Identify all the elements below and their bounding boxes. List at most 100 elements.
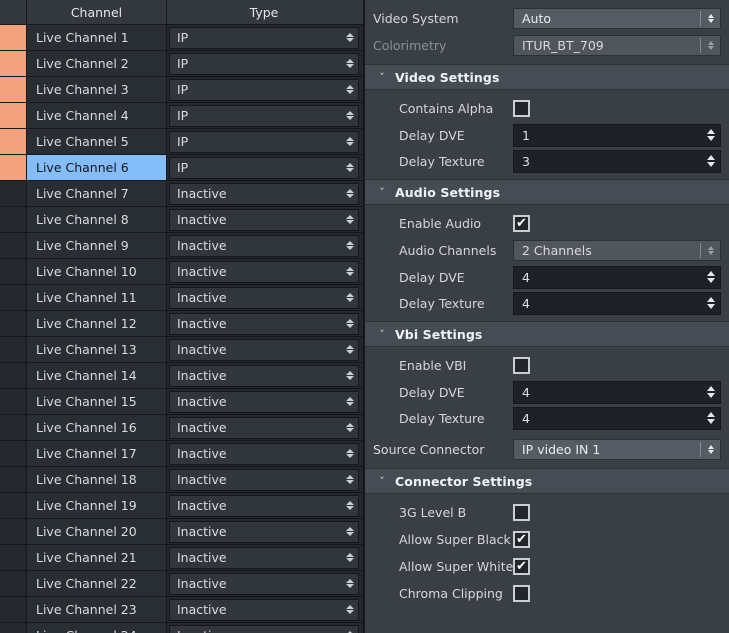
channel-type-combo[interactable]: IP bbox=[169, 53, 359, 75]
channel-type-combo[interactable]: Inactive bbox=[169, 417, 359, 439]
row-color-swatch[interactable] bbox=[0, 623, 27, 633]
section-header-connector-settings[interactable]: ˅ Connector Settings bbox=[365, 468, 729, 494]
chevron-down-icon[interactable]: ˅ bbox=[375, 71, 389, 84]
checkbox-allow-super-white[interactable]: ✔ bbox=[513, 558, 530, 575]
channel-type-combo[interactable]: IP bbox=[169, 157, 359, 179]
section-header-video-settings[interactable]: ˅ Video Settings bbox=[365, 64, 729, 90]
channel-name-cell[interactable]: Live Channel 17 bbox=[27, 441, 167, 466]
checkbox-enable-audio[interactable]: ✔ bbox=[513, 215, 530, 232]
chevron-updown-icon[interactable] bbox=[344, 371, 355, 381]
chevron-down-icon[interactable]: ˅ bbox=[375, 475, 389, 488]
channel-name-cell[interactable]: Live Channel 7 bbox=[27, 181, 167, 206]
channel-name-cell[interactable]: Live Channel 22 bbox=[27, 571, 167, 596]
chevron-updown-icon[interactable] bbox=[705, 412, 716, 424]
table-row[interactable]: Live Channel 18Inactive bbox=[0, 467, 363, 493]
table-row[interactable]: Live Channel 4IP bbox=[0, 103, 363, 129]
row-color-swatch[interactable] bbox=[0, 311, 27, 336]
channel-type-combo[interactable]: IP bbox=[169, 105, 359, 127]
channel-name-cell[interactable]: Live Channel 19 bbox=[27, 493, 167, 518]
table-row[interactable]: Live Channel 13Inactive bbox=[0, 337, 363, 363]
row-color-swatch[interactable] bbox=[0, 51, 27, 76]
channel-name-cell[interactable]: Live Channel 12 bbox=[27, 311, 167, 336]
checkbox-3g-level-b[interactable]: ✔ bbox=[513, 504, 530, 521]
channel-name-cell[interactable]: Live Channel 15 bbox=[27, 389, 167, 414]
chevron-updown-icon[interactable] bbox=[344, 189, 355, 199]
channel-name-cell[interactable]: Live Channel 2 bbox=[27, 51, 167, 76]
table-row[interactable]: Live Channel 24Inactive bbox=[0, 623, 363, 633]
channel-name-cell[interactable]: Live Channel 23 bbox=[27, 597, 167, 622]
channel-type-combo[interactable]: Inactive bbox=[169, 235, 359, 257]
row-color-swatch[interactable] bbox=[0, 467, 27, 492]
spinbox-audio-delay-texture[interactable]: 4 bbox=[513, 292, 721, 315]
column-header-type[interactable]: Type bbox=[167, 0, 361, 24]
channel-type-combo[interactable]: Inactive bbox=[169, 391, 359, 413]
channel-type-combo[interactable]: IP bbox=[169, 131, 359, 153]
row-color-swatch[interactable] bbox=[0, 519, 27, 544]
channel-type-combo[interactable]: Inactive bbox=[169, 443, 359, 465]
table-row[interactable]: Live Channel 7Inactive bbox=[0, 181, 363, 207]
chevron-down-icon[interactable]: ˅ bbox=[375, 328, 389, 341]
chevron-updown-icon[interactable] bbox=[344, 267, 355, 277]
chevron-updown-icon[interactable] bbox=[344, 319, 355, 329]
chevron-updown-icon[interactable] bbox=[344, 163, 355, 173]
chevron-updown-icon[interactable] bbox=[344, 527, 355, 537]
row-color-swatch[interactable] bbox=[0, 25, 27, 50]
row-color-swatch[interactable] bbox=[0, 285, 27, 310]
chevron-updown-icon[interactable] bbox=[705, 445, 716, 455]
chevron-updown-icon[interactable] bbox=[344, 137, 355, 147]
row-color-swatch[interactable] bbox=[0, 233, 27, 258]
channel-type-combo[interactable]: Inactive bbox=[169, 469, 359, 491]
chevron-updown-icon[interactable] bbox=[344, 501, 355, 511]
checkbox-enable-vbi[interactable]: ✔ bbox=[513, 357, 530, 374]
channel-name-cell[interactable]: Live Channel 13 bbox=[27, 337, 167, 362]
chevron-down-icon[interactable]: ˅ bbox=[375, 186, 389, 199]
chevron-updown-icon[interactable] bbox=[344, 397, 355, 407]
row-color-swatch[interactable] bbox=[0, 155, 27, 180]
table-row[interactable]: Live Channel 14Inactive bbox=[0, 363, 363, 389]
chevron-updown-icon[interactable] bbox=[344, 215, 355, 225]
row-color-swatch[interactable] bbox=[0, 103, 27, 128]
channel-name-cell[interactable]: Live Channel 6 bbox=[27, 155, 167, 180]
channel-type-combo[interactable]: Inactive bbox=[169, 365, 359, 387]
channel-name-cell[interactable]: Live Channel 5 bbox=[27, 129, 167, 154]
section-header-vbi-settings[interactable]: ˅ Vbi Settings bbox=[365, 321, 729, 347]
row-color-swatch[interactable] bbox=[0, 363, 27, 388]
row-color-swatch[interactable] bbox=[0, 181, 27, 206]
channel-type-combo[interactable]: IP bbox=[169, 79, 359, 101]
channel-name-cell[interactable]: Live Channel 1 bbox=[27, 25, 167, 50]
checkbox-contains-alpha[interactable]: ✔ bbox=[513, 100, 530, 117]
table-row[interactable]: Live Channel 8Inactive bbox=[0, 207, 363, 233]
table-row[interactable]: Live Channel 1IP bbox=[0, 25, 363, 51]
row-color-swatch[interactable] bbox=[0, 129, 27, 154]
row-color-swatch[interactable] bbox=[0, 77, 27, 102]
checkbox-allow-super-black[interactable]: ✔ bbox=[513, 531, 530, 548]
table-row[interactable]: Live Channel 23Inactive bbox=[0, 597, 363, 623]
spinbox-video-delay-dve[interactable]: 1 bbox=[513, 124, 721, 147]
table-row[interactable]: Live Channel 22Inactive bbox=[0, 571, 363, 597]
channel-name-cell[interactable]: Live Channel 16 bbox=[27, 415, 167, 440]
channel-name-cell[interactable]: Live Channel 9 bbox=[27, 233, 167, 258]
channel-type-combo[interactable]: Inactive bbox=[169, 495, 359, 517]
chevron-updown-icon[interactable] bbox=[344, 59, 355, 69]
chevron-updown-icon[interactable] bbox=[705, 297, 716, 309]
channel-name-cell[interactable]: Live Channel 24 bbox=[27, 623, 167, 633]
row-color-swatch[interactable] bbox=[0, 337, 27, 362]
table-row[interactable]: Live Channel 12Inactive bbox=[0, 311, 363, 337]
row-color-swatch[interactable] bbox=[0, 493, 27, 518]
chevron-updown-icon[interactable] bbox=[344, 423, 355, 433]
channel-type-combo[interactable]: Inactive bbox=[169, 313, 359, 335]
chevron-updown-icon[interactable] bbox=[344, 553, 355, 563]
chevron-updown-icon[interactable] bbox=[705, 271, 716, 283]
channel-type-combo[interactable]: Inactive bbox=[169, 287, 359, 309]
table-row[interactable]: Live Channel 3IP bbox=[0, 77, 363, 103]
row-color-swatch[interactable] bbox=[0, 207, 27, 232]
row-color-swatch[interactable] bbox=[0, 415, 27, 440]
channel-type-combo[interactable]: Inactive bbox=[169, 209, 359, 231]
chevron-updown-icon[interactable] bbox=[344, 111, 355, 121]
chevron-updown-icon[interactable] bbox=[344, 605, 355, 615]
table-row[interactable]: Live Channel 20Inactive bbox=[0, 519, 363, 545]
spinbox-video-delay-texture[interactable]: 3 bbox=[513, 150, 721, 173]
channel-type-combo[interactable]: IP bbox=[169, 27, 359, 49]
channel-type-combo[interactable]: Inactive bbox=[169, 625, 359, 633]
channel-name-cell[interactable]: Live Channel 8 bbox=[27, 207, 167, 232]
